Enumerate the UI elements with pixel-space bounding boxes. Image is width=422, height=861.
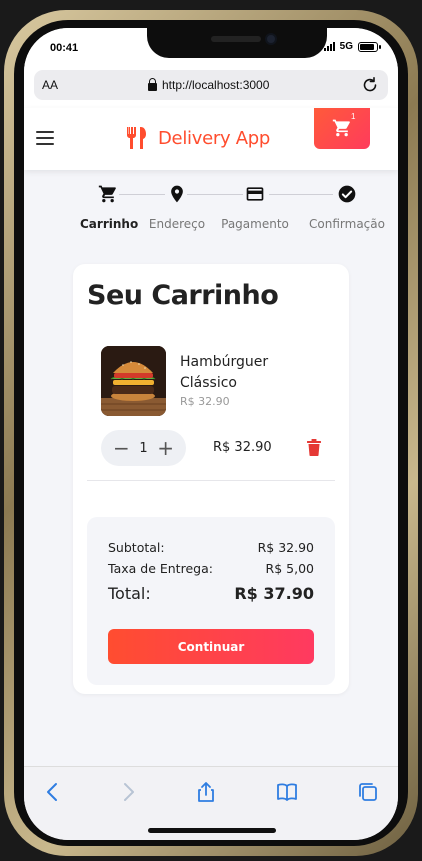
home-indicator [148,828,276,833]
burger-photo [101,346,166,416]
url-display[interactable]: http://localhost:3000 [148,77,270,92]
app-logo[interactable]: Delivery App [124,125,270,151]
quantity-value: 1 [139,440,148,456]
step-label: Endereço [148,217,206,231]
status-indicators: 5G [323,41,381,52]
subtotal-label: Subtotal: [108,540,165,555]
forward-icon[interactable] [117,781,139,803]
decrease-button[interactable]: − [113,438,130,458]
network-label: 5G [339,41,353,52]
continue-button[interactable]: Continuar [108,629,314,664]
step-endereco[interactable]: Endereço [147,178,207,231]
delivery-fee-label: Taxa de Entrega: [108,561,213,576]
check-circle-icon [338,185,356,203]
app-header: Delivery App 1 [24,108,398,170]
total-value: R$ 37.90 [234,584,314,603]
status-time: 00:41 [50,42,79,54]
cart-icon [332,119,350,137]
step-label: Carrinho [80,217,139,231]
battery-icon [358,41,381,52]
notch [147,28,327,58]
delivery-fee-row: Taxa de Entrega: R$ 5,00 [108,561,314,576]
address-bar[interactable]: AA http://localhost:3000 [34,70,388,100]
url-text: http://localhost:3000 [162,78,270,92]
cart-card: Seu Carrinho Hambúrguer Clássico R$ 32.9… [73,264,349,694]
tabs-icon[interactable] [357,781,379,803]
menu-icon[interactable] [36,131,54,145]
step-label: Confirmação [309,217,385,231]
app-name: Delivery App [158,127,271,149]
step-confirmacao[interactable]: Confirmação [306,178,388,231]
battery-level [360,43,375,50]
location-pin-icon [171,185,183,203]
reload-icon[interactable] [360,75,380,95]
increase-button[interactable]: + [157,438,174,458]
back-icon[interactable] [42,781,64,803]
bookmarks-icon[interactable] [276,781,298,803]
browser-address-area: AA http://localhost:3000 [24,66,398,108]
item-unit-price: R$ 32.90 [180,395,230,408]
item-line-total: R$ 32.90 [213,440,272,455]
total-label: Total: [108,584,151,603]
screen: 00:41 5G AA http://localhost:3000 Delive… [24,28,398,840]
share-icon[interactable] [195,781,217,803]
cart-count-badge: 1 [351,112,356,121]
lock-icon [148,77,157,91]
utensils-icon [127,127,146,149]
trash-icon[interactable] [307,439,321,456]
step-label: Pagamento [221,217,289,231]
reader-aa-button[interactable]: AA [42,78,58,92]
subtotal-row: Subtotal: R$ 32.90 [108,540,314,555]
subtotal-value: R$ 32.90 [257,540,314,555]
credit-card-icon [246,187,264,201]
page-title: Seu Carrinho [87,280,279,311]
step-pagamento[interactable]: Pagamento [220,178,290,231]
burger-image [101,346,166,416]
delivery-fee-value: R$ 5,00 [265,561,314,576]
order-summary: Subtotal: R$ 32.90 Taxa de Entrega: R$ 5… [87,517,335,685]
quantity-stepper: − 1 + [101,430,186,466]
item-name: Hambúrguer Clássico [180,354,269,391]
step-carrinho[interactable]: Carrinho [80,178,139,231]
checkout-steps: Carrinho Endereço Pagamento Confirmação [24,178,398,238]
total-row: Total: R$ 37.90 [108,584,314,603]
cart-button[interactable]: 1 [314,108,370,149]
cart-icon [98,185,116,203]
divider [87,480,335,481]
